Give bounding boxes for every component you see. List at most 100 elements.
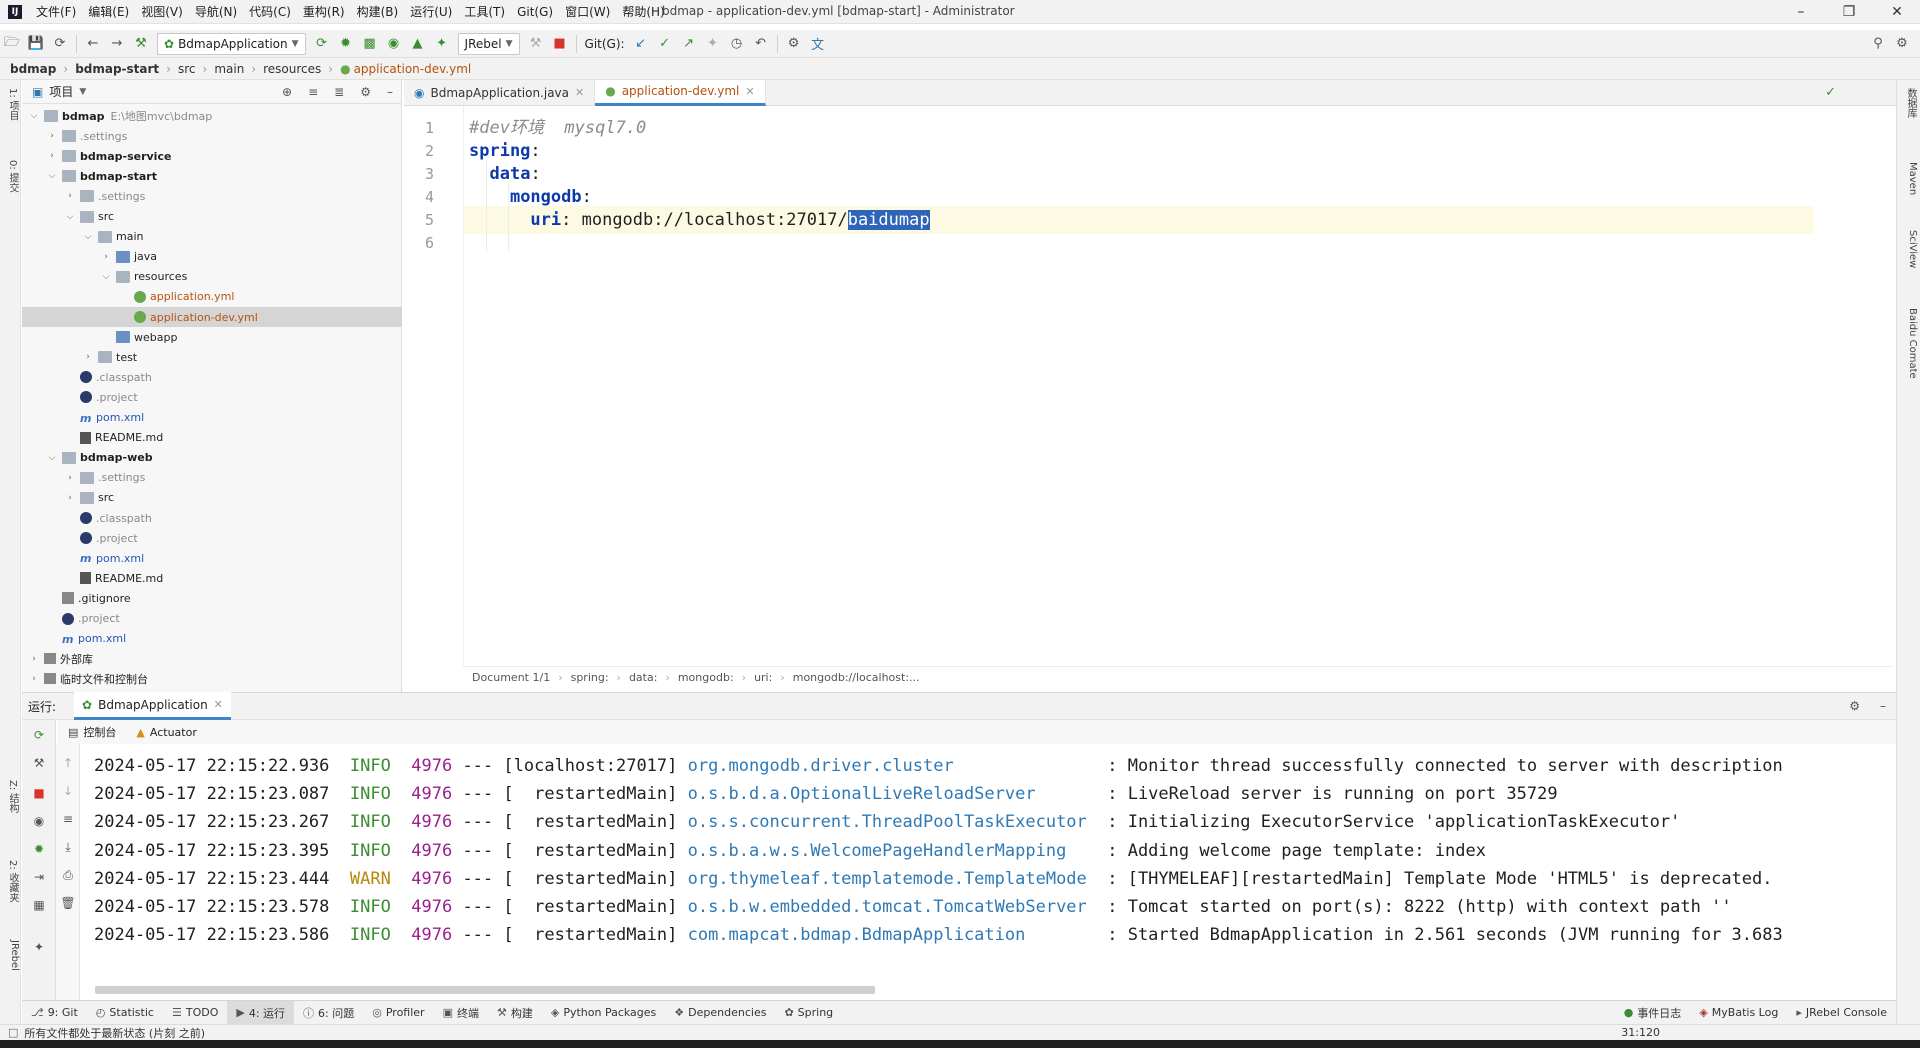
menu-item[interactable]: 窗口(W): [559, 3, 616, 20]
pin-icon[interactable]: ✦: [31, 940, 47, 956]
tree-item[interactable]: .project: [22, 387, 402, 407]
git-rollback-icon[interactable]: ↶: [751, 34, 771, 54]
tree-item[interactable]: .classpath: [22, 367, 402, 387]
tree-item[interactable]: ⌵ bdmap-web: [22, 448, 402, 468]
structure-crumb[interactable]: Document 1/1: [472, 671, 550, 684]
chevron-down-icon[interactable]: ⌵: [46, 171, 58, 181]
caret-position[interactable]: 31:120: [1621, 1026, 1660, 1039]
structure-crumb[interactable]: spring:: [571, 671, 609, 684]
side-tab-jrebel[interactable]: JRebel: [1, 940, 20, 971]
side-tab-commit[interactable]: 0: 提交: [1, 160, 20, 193]
console-tab[interactable]: ▤ 控制台: [58, 720, 126, 744]
sync-icon[interactable]: ⟳: [50, 34, 70, 54]
debug-icon[interactable]: ✹: [336, 34, 356, 54]
breadcrumb-item-current[interactable]: application-dev.yml: [354, 62, 472, 76]
tree-item[interactable]: › bdmap-service: [22, 146, 402, 166]
minimize-button[interactable]: –: [1778, 0, 1824, 24]
structure-crumb[interactable]: mongodb://localhost:...: [793, 671, 920, 684]
chevron-right-icon[interactable]: ›: [28, 674, 40, 684]
actuator-tab[interactable]: ▲ Actuator: [126, 720, 206, 744]
chevron-down-icon[interactable]: ⌵: [100, 272, 112, 282]
chevron-right-icon[interactable]: ›: [64, 493, 76, 503]
jrebel-console-tab[interactable]: ▸ JRebel Console: [1787, 1001, 1896, 1025]
git-commit-icon[interactable]: ✓: [655, 34, 675, 54]
menu-item[interactable]: 导航(N): [189, 3, 243, 20]
chevron-down-icon[interactable]: ⌵: [64, 212, 76, 222]
chevron-down-icon[interactable]: ⌵: [82, 232, 94, 242]
chevron-right-icon[interactable]: ›: [46, 131, 58, 141]
profile-icon[interactable]: ◉: [384, 34, 404, 54]
bottom-tab[interactable]: ▶ 4: 运行: [227, 1000, 295, 1025]
bottom-tab[interactable]: ❖ Dependencies: [665, 1001, 775, 1025]
scroll-down-icon[interactable]: ↓: [60, 784, 76, 800]
tree-item[interactable]: › 外部库: [22, 649, 402, 669]
tree-item[interactable]: m pom.xml: [22, 548, 402, 568]
menu-item[interactable]: 构建(B): [351, 3, 405, 20]
chevron-down-icon[interactable]: ⌵: [46, 453, 58, 463]
side-tab-project[interactable]: 1: 项目: [1, 88, 20, 121]
run-config-select[interactable]: ✿ BdmapApplication ▼: [157, 32, 306, 55]
editor-tab-bdmap-application[interactable]: ◉ BdmapApplication.java ✕: [404, 79, 596, 106]
chevron-down-icon[interactable]: ⌵: [28, 111, 40, 121]
hide-panel-icon[interactable]: –: [387, 85, 393, 99]
search-icon[interactable]: ⚲: [1868, 34, 1888, 54]
tree-item[interactable]: m pom.xml: [22, 408, 402, 428]
console-horizontal-scrollbar[interactable]: [95, 986, 875, 994]
rerun-icon[interactable]: ⟳: [31, 728, 47, 744]
chevron-right-icon[interactable]: ›: [82, 352, 94, 362]
maximize-button[interactable]: ❐: [1826, 0, 1872, 24]
menu-item[interactable]: 工具(T): [458, 3, 511, 20]
scroll-to-end-icon[interactable]: ⤓: [60, 840, 76, 856]
collapse-all-icon[interactable]: ≣: [334, 85, 344, 99]
bottom-tab[interactable]: ◈ Python Packages: [542, 1001, 665, 1025]
editor-tab-application-dev-yml[interactable]: ● application-dev.yml ✕: [595, 79, 766, 106]
run-tab-bdmap-application[interactable]: ✿ BdmapApplication ✕: [74, 692, 231, 720]
bottom-tab[interactable]: ⎇ 9: Git: [22, 1001, 87, 1025]
settings-gear-icon[interactable]: ⚙: [1892, 34, 1912, 54]
import-icon[interactable]: ⇥: [31, 870, 47, 886]
git-push-icon[interactable]: ↗: [679, 34, 699, 54]
close-tab-icon[interactable]: ✕: [575, 86, 584, 99]
expand-all-icon[interactable]: ≡: [308, 85, 318, 99]
clear-all-icon[interactable]: 🗑: [60, 896, 76, 912]
tree-item[interactable]: › test: [22, 347, 402, 367]
close-tab-icon[interactable]: ✕: [214, 698, 223, 711]
coverage-icon[interactable]: ▩: [360, 34, 380, 54]
close-tab-icon[interactable]: ✕: [745, 85, 754, 98]
locate-file-icon[interactable]: ⊕: [282, 85, 292, 99]
soft-wrap-icon[interactable]: ≡: [60, 812, 76, 828]
layout-icon[interactable]: ▦: [31, 898, 47, 914]
back-icon[interactable]: ←: [83, 34, 103, 54]
menu-item[interactable]: 编辑(E): [82, 3, 135, 20]
bottom-tab[interactable]: ☰ TODO: [163, 1001, 227, 1025]
plugin-icon[interactable]: ⚙: [784, 34, 804, 54]
console-output[interactable]: 2024-05-17 22:15:22.936 INFO 4976 --- [loc…: [80, 744, 1896, 984]
wrench-icon[interactable]: ⚒: [31, 756, 47, 772]
side-tab-maven[interactable]: Maven: [1900, 162, 1918, 195]
side-tab-database[interactable]: 数据库: [1900, 88, 1918, 118]
run-settings-icon[interactable]: ⚙: [1849, 699, 1860, 713]
side-tab-sciview[interactable]: SciView: [1900, 230, 1918, 268]
tree-item[interactable]: › .settings: [22, 126, 402, 146]
jrebel-select[interactable]: JRebel ▼: [457, 32, 520, 55]
structure-crumb[interactable]: data:: [629, 671, 657, 684]
hide-run-panel-icon[interactable]: –: [1880, 699, 1886, 713]
chevron-right-icon[interactable]: ›: [64, 191, 76, 201]
tree-item[interactable]: application.yml: [22, 287, 402, 307]
forward-icon[interactable]: →: [107, 34, 127, 54]
tree-item[interactable]: ⌵ resources: [22, 267, 402, 287]
build-hammer-icon[interactable]: ⚒: [131, 34, 151, 54]
tree-item[interactable]: .gitignore: [22, 588, 402, 608]
stop-icon[interactable]: ■: [550, 34, 570, 54]
breadcrumb-item[interactable]: main: [214, 62, 244, 76]
mybatis-log-tab[interactable]: ◈ MyBatis Log: [1690, 1001, 1787, 1025]
tree-item[interactable]: › .settings: [22, 468, 402, 488]
event-log-tab[interactable]: ● 事件日志: [1615, 1001, 1691, 1025]
menu-item[interactable]: Git(G): [511, 5, 559, 19]
breadcrumb-item[interactable]: bdmap: [10, 62, 56, 76]
structure-crumb[interactable]: mongodb:: [678, 671, 734, 684]
tree-item[interactable]: › src: [22, 488, 402, 508]
bottom-tab[interactable]: ✿ Spring: [775, 1001, 842, 1025]
chevron-right-icon[interactable]: ›: [46, 151, 58, 161]
tree-item[interactable]: README.md: [22, 428, 402, 448]
